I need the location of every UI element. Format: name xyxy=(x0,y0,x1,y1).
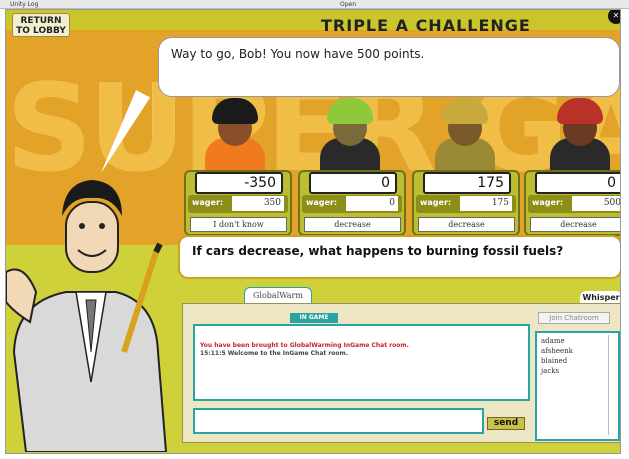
game-stage: SUPER GAME RETURN TO LOBBY TRIPLE A CHAL… xyxy=(5,9,621,454)
wager-label: wager: xyxy=(532,198,564,207)
user-list-scrollbar[interactable] xyxy=(608,335,616,435)
wager-value: 175 xyxy=(460,196,512,211)
in-game-badge: IN GAME xyxy=(290,313,338,323)
close-icon[interactable]: ✕ xyxy=(608,10,620,24)
chat-log[interactable]: You have been brought to GlobalWarming I… xyxy=(193,324,530,401)
podium-1: -350 wager: 350 I don't know xyxy=(184,170,292,236)
join-chatroom-button[interactable]: Join Chatroom xyxy=(538,312,610,324)
score-display: 175 xyxy=(423,172,511,194)
podium-2: 0 wager: 0 decrease xyxy=(298,170,406,236)
user-list-item[interactable]: blained xyxy=(541,356,614,366)
score-display: 0 xyxy=(535,172,620,194)
answer-display: I don't know xyxy=(190,217,287,232)
user-list-item[interactable]: afsheenk xyxy=(541,346,614,356)
answer-display: decrease xyxy=(304,217,401,232)
score-display: 0 xyxy=(309,172,397,194)
show-title: TRIPLE A CHALLENGE xyxy=(321,16,531,35)
answer-display: decrease xyxy=(530,217,620,232)
score-display: -350 xyxy=(195,172,283,194)
podium-3: 175 wager: 175 decrease xyxy=(412,170,520,236)
question-text: If cars decrease, what happens to burnin… xyxy=(178,235,620,279)
wager-value: 350 xyxy=(232,196,284,211)
contestant-hair xyxy=(442,98,488,124)
unity-log-label: Unity Log xyxy=(10,1,39,8)
host-speech-bubble: Way to go, Bob! You now have 500 points. xyxy=(158,37,620,97)
user-list[interactable]: adame afsheenk blained jacks xyxy=(535,331,620,441)
wager-label: wager: xyxy=(420,198,452,207)
send-button[interactable]: send xyxy=(487,417,525,430)
open-link[interactable]: Open xyxy=(340,0,356,9)
contestant-hair xyxy=(327,98,373,124)
unity-log-bar: Unity Log Open xyxy=(0,0,629,9)
user-list-item[interactable]: jacks xyxy=(541,366,614,376)
user-list-item[interactable]: adame xyxy=(541,336,614,346)
wager-value: 0 xyxy=(346,196,398,211)
wager-label: wager: xyxy=(192,198,224,207)
chat-input[interactable] xyxy=(193,408,484,434)
return-to-lobby-button[interactable]: RETURN TO LOBBY xyxy=(12,13,70,37)
contestant-hair xyxy=(557,98,603,124)
contestant-hair xyxy=(212,98,258,124)
wager-label: wager: xyxy=(306,198,338,207)
podium-4: 0 wager: 500 decrease xyxy=(524,170,620,236)
chat-message: 15:11:5 Welcome to the InGame Chat room. xyxy=(200,350,349,357)
answer-display: decrease xyxy=(418,217,515,232)
chat-message: You have been brought to GlobalWarming I… xyxy=(200,342,409,349)
host-character xyxy=(6,180,168,452)
wager-value: 500 xyxy=(572,196,620,211)
